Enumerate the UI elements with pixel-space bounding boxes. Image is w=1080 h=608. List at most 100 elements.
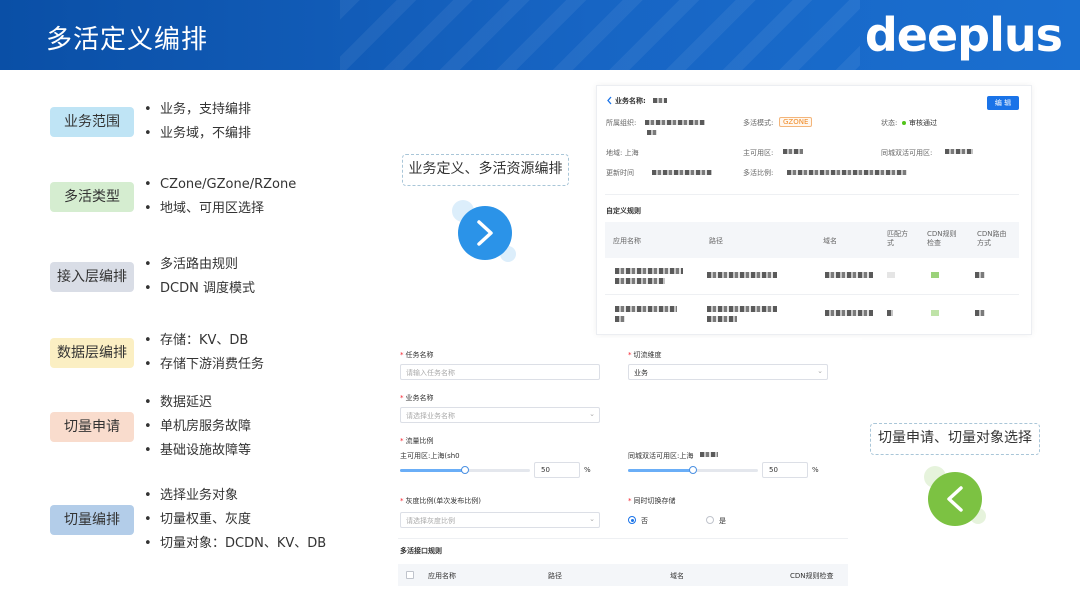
chevron-right-icon	[477, 220, 493, 246]
primary-zone-label: 主可用区:	[743, 149, 774, 157]
edit-button[interactable]: 编 辑	[987, 96, 1019, 110]
primary-zone-label: 主可用区:上海(sh0	[400, 452, 460, 460]
redacted-text	[653, 98, 667, 103]
redacted-text	[645, 120, 705, 125]
redacted-text	[707, 272, 777, 278]
ratio-label: 多活比例:	[743, 169, 774, 177]
dual-ratio-input[interactable]: 50	[762, 462, 808, 478]
col-cdn-check: CDN规则检查	[790, 572, 834, 580]
category-bullets: 选择业务对象切量权重、灰度切量对象：DCDN、KV、DB	[144, 484, 326, 556]
primary-ratio-input[interactable]: 50	[534, 462, 580, 478]
radio-no[interactable]	[628, 516, 636, 524]
list-item: 地域、可用区选择	[144, 197, 296, 221]
mode-badge: GZONE	[779, 117, 813, 127]
interface-rules-header: 应用名称 路径 域名 CDN规则检查	[398, 564, 848, 586]
mode-label: 多活模式:	[743, 119, 774, 127]
divider	[605, 294, 1019, 295]
cut-dimension-label: * 切流维度	[628, 351, 662, 359]
col-cdn-route: CDN路由方式	[977, 230, 1007, 247]
redacted-text	[783, 149, 803, 154]
slider-fill	[400, 469, 465, 472]
status-label: 状态:	[881, 119, 898, 127]
col-path: 路径	[709, 237, 723, 245]
chevron-down-icon: ⌄	[589, 515, 595, 523]
redacted-text	[615, 316, 625, 322]
category-label: 接入层编排	[50, 262, 134, 292]
redacted-text	[975, 272, 985, 278]
col-domain: 域名	[670, 572, 684, 580]
cut-dimension-select[interactable]: 业务 ⌄	[628, 364, 828, 380]
biz-name-label: * 业务名称	[400, 394, 434, 402]
percent-label: %	[584, 466, 591, 474]
slider-fill	[628, 469, 693, 472]
redacted-text	[975, 310, 985, 316]
list-item: 基础设施故障等	[144, 439, 251, 463]
region-label: 地域: 上海	[606, 149, 639, 157]
radio-yes[interactable]	[706, 516, 714, 524]
col-domain: 域名	[823, 237, 837, 245]
chevron-down-icon: ⌄	[589, 410, 595, 418]
list-item: 业务，支持编排	[144, 98, 251, 122]
next-button[interactable]	[458, 206, 512, 260]
task-name-input[interactable]: 请输入任务名称	[400, 364, 600, 380]
cut-request-form: * 任务名称 请输入任务名称 * 切流维度 业务 ⌄ * 业务名称 请选择业务名称 ⌄ *…	[392, 338, 862, 600]
col-match: 匹配方式	[887, 230, 908, 247]
select-all-checkbox[interactable]	[406, 571, 414, 579]
slider-handle[interactable]	[461, 466, 469, 474]
redacted-text	[887, 310, 893, 316]
list-item: 数据延迟	[144, 391, 251, 415]
radio-yes-label: 是	[719, 517, 726, 525]
biz-name-select[interactable]: 请选择业务名称 ⌄	[400, 407, 600, 423]
redacted-text	[931, 272, 939, 278]
primary-ratio-slider[interactable]	[400, 466, 530, 474]
org-label: 所属组织:	[606, 119, 637, 127]
deeplus-logo: deeplus	[864, 8, 1063, 62]
interface-rules-title: 多活接口规则	[400, 547, 442, 555]
chevron-down-icon: ⌄	[817, 367, 823, 375]
list-item: 切量权重、灰度	[144, 508, 326, 532]
custom-rules-title: 自定义规则	[606, 207, 641, 215]
chevron-left-icon[interactable]	[606, 96, 613, 105]
redacted-text	[887, 272, 895, 278]
list-item: 单机房服务故障	[144, 415, 251, 439]
category-label: 数据层编排	[50, 338, 134, 368]
category-label: 多活类型	[50, 182, 134, 212]
list-item: 存储下游消费任务	[144, 353, 264, 377]
percent-label: %	[812, 466, 819, 474]
redacted-text	[615, 278, 665, 284]
list-item: 多活路由规则	[144, 253, 255, 277]
category-label: 切量申请	[50, 412, 134, 442]
category-bullets: CZone/GZone/RZone地域、可用区选择	[144, 173, 296, 221]
business-detail-panel: 业务名称: 编 辑 所属组织: 多活模式: GZONE 状态: 审核通过 地域:…	[596, 85, 1032, 335]
status-dot	[902, 121, 906, 125]
radio-no-label: 否	[641, 517, 648, 525]
category-bullets: 数据延迟单机房服务故障基础设施故障等	[144, 391, 251, 463]
col-app-name: 应用名称	[613, 237, 641, 245]
category-bullets: 多活路由规则DCDN 调度模式	[144, 253, 255, 301]
page-title: 多活定义编排	[46, 25, 209, 55]
status-value: 审核通过	[902, 118, 937, 128]
category-label: 业务范围	[50, 107, 134, 137]
prev-button[interactable]	[928, 472, 982, 526]
detail-title: 业务名称:	[615, 97, 646, 105]
redacted-text	[931, 310, 939, 316]
traffic-ratio-label: * 流量比例	[400, 437, 434, 445]
updated-label: 更新时间	[606, 169, 634, 177]
category-bullets: 业务，支持编排业务域，不编排	[144, 98, 251, 146]
category-bullets: 存储：KV、DB存储下游消费任务	[144, 329, 264, 377]
col-cdn-check: CDN规则检查	[927, 230, 957, 247]
dual-ratio-slider[interactable]	[628, 466, 758, 474]
redacted-text	[647, 130, 657, 135]
sync-storage-label: * 同时切换存储	[628, 497, 676, 505]
slider-handle[interactable]	[689, 466, 697, 474]
redacted-text	[707, 306, 777, 312]
redacted-text	[945, 149, 973, 154]
redacted-text	[700, 452, 718, 457]
gray-ratio-select[interactable]: 请选择灰度比例 ⌄	[400, 512, 600, 528]
rules-table-header: 应用名称 路径 域名 匹配方式 CDN规则检查 CDN路由方式	[605, 222, 1019, 258]
gray-ratio-label: * 灰度比例(单次发布比例)	[400, 497, 481, 505]
list-item: 切量对象：DCDN、KV、DB	[144, 532, 326, 556]
redacted-text	[787, 170, 907, 175]
header-banner: 多活定义编排 deeplus	[0, 0, 1080, 70]
category-label: 切量编排	[50, 505, 134, 535]
